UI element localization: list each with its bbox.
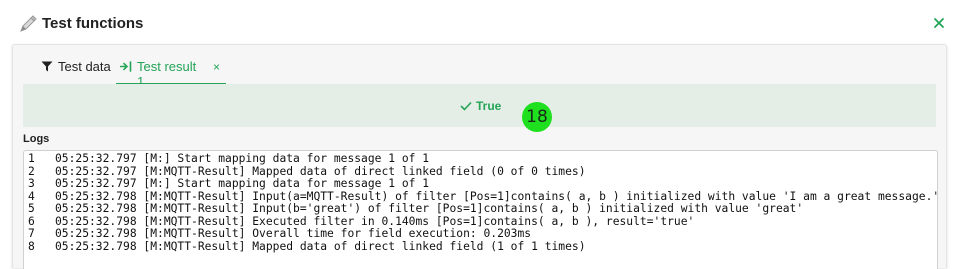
log-line: 8 05:25:32.798 [M:MQTT-Result] Mapped dat… (28, 239, 586, 254)
tab-test-data-label: Test data (58, 59, 111, 74)
result-bar: True (23, 84, 936, 127)
tab-bar: Test data Test result 1 × (13, 45, 946, 89)
log-line-number: 7 (28, 227, 35, 240)
arrow-right-icon (120, 61, 132, 72)
check-icon (460, 101, 472, 111)
close-icon[interactable] (932, 16, 946, 30)
result-text: True (476, 99, 502, 113)
log-line-text: 05:25:32.797 [M:] Start mapping data for… (55, 177, 430, 190)
log-line-text: 05:25:32.797 [M:] Start mapping data for… (55, 152, 430, 165)
log-line-text: 05:25:32.798 [M:MQTT-Result] Input(b='gr… (55, 202, 804, 215)
test-panel: Test data Test result 1 × True 18 Logs 1… (12, 44, 947, 269)
log-line-text: 05:25:32.798 [M:MQTT-Result] Executed fi… (55, 214, 695, 228)
log-line-text: 05:25:32.797 [M:MQTT-Result] Mapped data… (55, 164, 586, 178)
tab-close-button[interactable]: × (213, 60, 220, 74)
page-title: Test functions (42, 15, 144, 32)
logs-label: Logs (23, 133, 50, 145)
result-status: True (460, 99, 501, 113)
log-line-text: 05:25:32.798 [M:MQTT-Result] Input(a=MQT… (55, 189, 940, 203)
filter-icon (41, 61, 53, 72)
tab-test-data[interactable]: Test data (41, 59, 111, 85)
log-line-number: 5 (28, 202, 35, 215)
log-line-number: 3 (28, 177, 35, 190)
step-badge: 18 (522, 102, 552, 132)
log-line-number: 1 (28, 152, 35, 165)
pen-icon (18, 14, 38, 34)
dialog-header: Test functions (0, 0, 957, 46)
logs-textarea[interactable]: 1 05:25:32.797 [M:] Start mapping data fo… (23, 150, 940, 269)
log-line-number: 8 (28, 239, 35, 253)
tab-test-result-1[interactable]: Test result 1 × (116, 59, 226, 89)
log-line-text: 05:25:32.798 [M:MQTT-Result] Overall tim… (55, 227, 532, 240)
log-line-text: 05:25:32.798 [M:MQTT-Result] Mapped data… (55, 239, 586, 253)
